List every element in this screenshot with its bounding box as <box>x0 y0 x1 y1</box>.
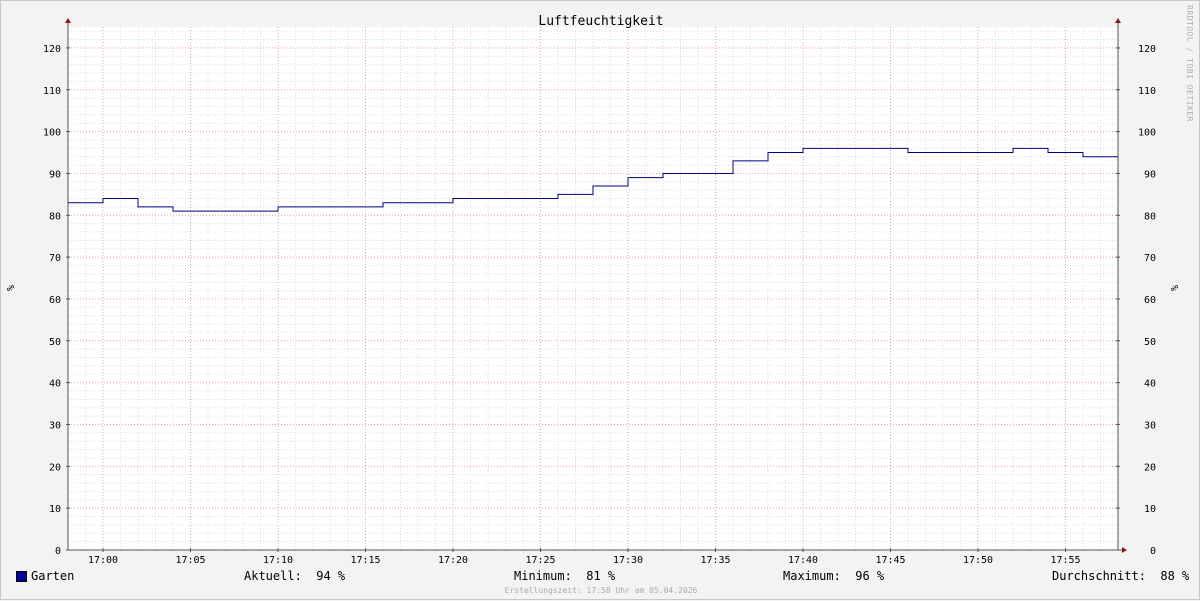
y-tick-label-left: 30 <box>49 420 61 431</box>
y-tick-label-right: 90 <box>1144 169 1156 180</box>
y-tick-label-right: 80 <box>1144 211 1156 222</box>
y-tick-label-right: 120 <box>1138 44 1156 55</box>
y-tick-label-left: 50 <box>49 337 61 348</box>
y-tick-label-left: 20 <box>49 462 61 473</box>
y-tick-label-left: 100 <box>43 128 61 139</box>
y-tick-label-left: 90 <box>49 169 61 180</box>
x-tick-label: 17:50 <box>963 555 993 566</box>
y-axis-label-left: % <box>6 285 17 291</box>
chart-title: Luftfeuchtigkeit <box>538 14 663 29</box>
y-tick-label-left: 120 <box>43 44 61 55</box>
x-tick-label: 17:20 <box>438 555 468 566</box>
x-tick-label: 17:45 <box>875 555 905 566</box>
y-tick-label-left: 10 <box>49 504 61 515</box>
y-tick-label-left: 80 <box>49 211 61 222</box>
x-tick-label: 17:05 <box>175 555 205 566</box>
chart: 0 0 10 10 20 20 30 30 40 40 50 50 60 60 70 70 80 80 90 90 10… <box>6 14 1181 566</box>
legend-durchschnitt: Durchschnitt: 88 % <box>1052 569 1190 583</box>
x-axis-arrow <box>1122 547 1127 553</box>
x-tick-label: 17:25 <box>525 555 555 566</box>
y-tick-label-left: 0 <box>55 546 61 557</box>
x-tick-label: 17:15 <box>350 555 380 566</box>
y-tick-label-left: 60 <box>49 295 61 306</box>
rrdtool-watermark: RRDTOOL / TOBI OETIKER <box>1185 5 1194 122</box>
y-tick-label-right: 10 <box>1144 504 1156 515</box>
x-tick-label: 17:55 <box>1050 555 1080 566</box>
legend-swatch-garten <box>16 571 27 582</box>
y-tick-label-right: 70 <box>1144 253 1156 264</box>
legend-series-name: Garten <box>31 569 75 583</box>
y-tick-label-left: 110 <box>43 86 61 97</box>
legend-minimum: Minimum: 81 % <box>514 569 616 583</box>
legend-aktuell: Aktuell: 94 % <box>244 569 346 583</box>
y-tick-label-right: 40 <box>1144 379 1156 390</box>
x-tick-label: 17:35 <box>700 555 730 566</box>
x-tick-label: 17:30 <box>613 555 643 566</box>
y-tick-label-left: 70 <box>49 253 61 264</box>
y-tick-label-right: 110 <box>1138 86 1156 97</box>
y-axis-arrow-left <box>65 18 71 23</box>
y-axis-arrow-right <box>1115 18 1121 23</box>
y-tick-label-right: 60 <box>1144 295 1156 306</box>
y-tick-label-left: 40 <box>49 379 61 390</box>
legend-maximum: Maximum: 96 % <box>783 569 885 583</box>
y-axis-label-right: % <box>1170 285 1181 291</box>
y-tick-label-right: 0 <box>1150 546 1156 557</box>
y-tick-label-right: 20 <box>1144 462 1156 473</box>
x-tick-label: 17:40 <box>788 555 818 566</box>
x-tick-label: 17:00 <box>88 555 118 566</box>
y-tick-label-right: 100 <box>1138 128 1156 139</box>
minor-grid <box>67 27 1119 550</box>
chart-frame: 0 0 10 10 20 20 30 30 40 40 50 50 60 60 70 70 80 80 90 90 10… <box>0 0 1200 600</box>
x-tick-label: 17:10 <box>263 555 293 566</box>
creation-time-footer: Erstellungszeit: 17:58 Uhr am 05.04.2026 <box>504 586 698 595</box>
y-tick-label-right: 50 <box>1144 337 1156 348</box>
y-tick-label-right: 30 <box>1144 420 1156 431</box>
